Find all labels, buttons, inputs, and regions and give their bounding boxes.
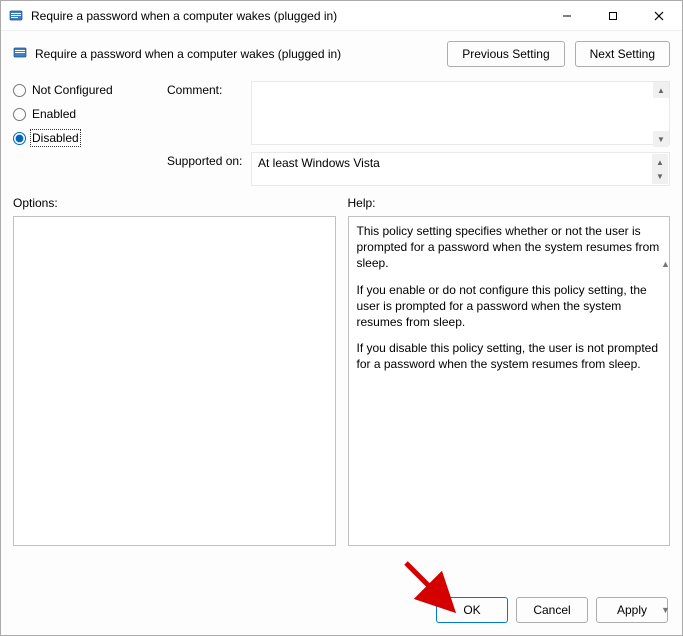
nav-buttons: Previous Setting Next Setting <box>447 41 670 67</box>
window-controls <box>544 1 682 30</box>
help-paragraph-2: If you enable or do not configure this p… <box>357 282 662 331</box>
comment-textarea[interactable] <box>251 81 670 145</box>
radio-enabled-label: Enabled <box>32 107 76 121</box>
outer-scrollbar: ▲ ▼ <box>661 259 675 615</box>
help-label: Help: <box>348 196 671 210</box>
policy-name-label: Require a password when a computer wakes… <box>35 47 341 61</box>
header-row: Require a password when a computer wakes… <box>1 31 682 71</box>
supported-on-value: At least Windows Vista <box>258 156 380 170</box>
help-paragraph-1: This policy setting specifies whether or… <box>357 223 662 272</box>
window-title: Require a password when a computer wakes… <box>31 9 544 23</box>
titlebar: Require a password when a computer wakes… <box>1 1 682 31</box>
bottom-button-bar: OK Cancel Apply <box>1 587 682 635</box>
policy-icon <box>13 45 29 64</box>
radio-enabled[interactable]: Enabled <box>13 107 163 121</box>
previous-setting-button[interactable]: Previous Setting <box>447 41 564 67</box>
radio-disabled-label: Disabled <box>32 131 79 145</box>
options-column: Options: <box>13 196 336 587</box>
maximize-button[interactable] <box>590 1 636 30</box>
state-radio-group: Not Configured Enabled Disabled <box>13 81 163 145</box>
comment-label: Comment: <box>167 81 247 97</box>
next-setting-button[interactable]: Next Setting <box>575 41 670 67</box>
outer-scroll-down-icon[interactable]: ▼ <box>661 605 675 615</box>
policy-app-icon <box>9 8 25 24</box>
radio-enabled-input[interactable] <box>13 108 26 121</box>
supported-on-label: Supported on: <box>167 152 247 168</box>
help-column: Help: This policy setting specifies whet… <box>348 196 671 587</box>
options-pane <box>13 216 336 546</box>
settings-grid: Not Configured Enabled Disabled Comment:… <box>1 71 682 186</box>
apply-button[interactable]: Apply <box>596 597 668 623</box>
content-area: Require a password when a computer wakes… <box>1 31 682 635</box>
radio-disabled[interactable]: Disabled <box>13 131 163 145</box>
ok-button[interactable]: OK <box>436 597 508 623</box>
help-paragraph-3: If you disable this policy setting, the … <box>357 340 662 372</box>
radio-not-configured[interactable]: Not Configured <box>13 83 163 97</box>
outer-scroll-up-icon[interactable]: ▲ <box>661 259 675 269</box>
scroll-down-icon[interactable]: ▼ <box>653 131 669 147</box>
scroll-down-icon[interactable]: ▼ <box>652 168 668 184</box>
lower-panes: Options: Help: This policy setting speci… <box>1 186 682 587</box>
radio-not-configured-input[interactable] <box>13 84 26 97</box>
scroll-up-icon[interactable]: ▲ <box>653 82 669 98</box>
policy-title-row: Require a password when a computer wakes… <box>13 45 447 64</box>
supported-on-field: At least Windows Vista ▲ ▼ <box>251 152 670 186</box>
policy-editor-window: Require a password when a computer wakes… <box>0 0 683 636</box>
close-button[interactable] <box>636 1 682 30</box>
help-pane: This policy setting specifies whether or… <box>348 216 671 546</box>
radio-not-configured-label: Not Configured <box>32 83 113 97</box>
cancel-button[interactable]: Cancel <box>516 597 588 623</box>
options-label: Options: <box>13 196 336 210</box>
radio-disabled-input[interactable] <box>13 132 26 145</box>
minimize-button[interactable] <box>544 1 590 30</box>
